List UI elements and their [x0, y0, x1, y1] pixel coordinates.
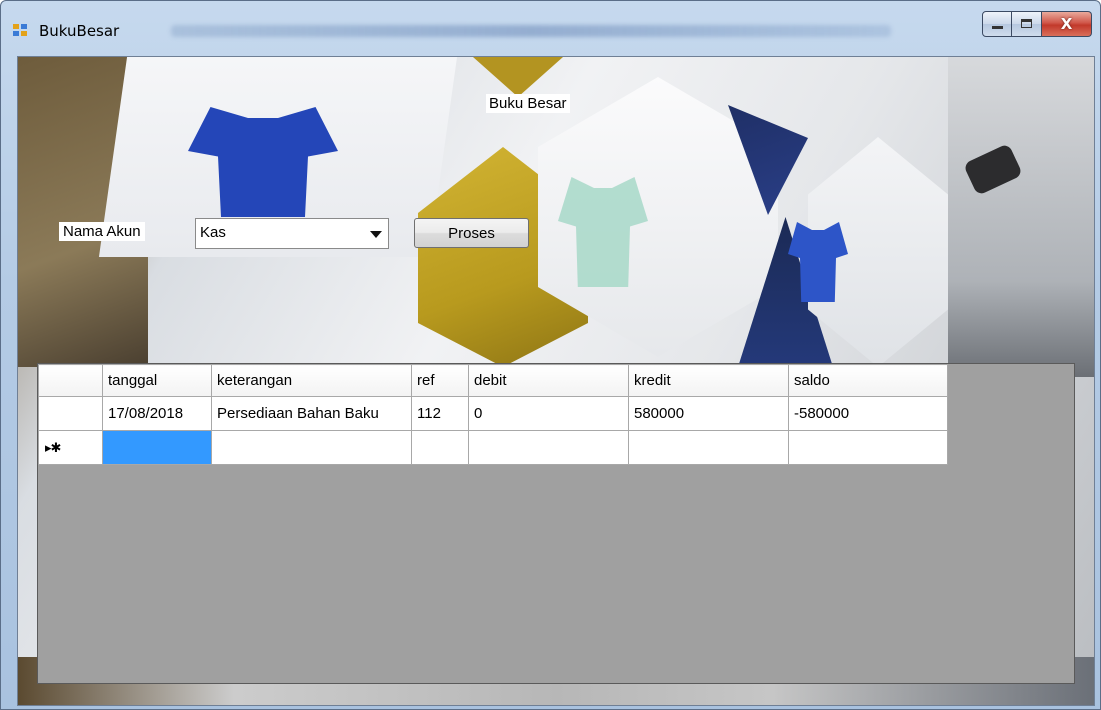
- minimize-button[interactable]: [982, 11, 1012, 37]
- window-title: BukuBesar: [39, 22, 120, 40]
- ledger-table: tanggal keterangan ref debit kredit sald…: [38, 364, 948, 465]
- row-header-cell[interactable]: [38, 396, 103, 431]
- minimize-icon: [992, 26, 1003, 29]
- new-row-cell-debit[interactable]: [468, 430, 629, 465]
- new-row-icon: ▸✱: [45, 440, 61, 455]
- close-button[interactable]: X: [1042, 11, 1092, 37]
- maximize-button[interactable]: [1012, 11, 1042, 37]
- cell-ref[interactable]: 112: [411, 396, 469, 431]
- cell-saldo[interactable]: -580000: [788, 396, 948, 431]
- new-row-cell-ref[interactable]: [411, 430, 469, 465]
- maximize-icon: [1021, 19, 1032, 28]
- chevron-down-icon[interactable]: [370, 231, 382, 238]
- title-bar[interactable]: BukuBesar X: [1, 1, 1100, 45]
- cell-keterangan[interactable]: Persediaan Bahan Baku: [211, 396, 412, 431]
- table-header-row: tanggal keterangan ref debit kredit sald…: [38, 364, 948, 397]
- cell-tanggal[interactable]: 17/08/2018: [102, 396, 212, 431]
- account-combobox[interactable]: Kas: [195, 218, 389, 249]
- app-icon: [13, 24, 29, 38]
- window-controls: X: [982, 11, 1092, 37]
- new-row-cell-kredit[interactable]: [628, 430, 789, 465]
- new-row-cell-tanggal[interactable]: [102, 430, 212, 465]
- background-panel: [948, 57, 1094, 377]
- close-icon: X: [1060, 15, 1073, 33]
- cell-kredit[interactable]: 580000: [628, 396, 789, 431]
- new-row-cell-saldo[interactable]: [788, 430, 948, 465]
- cell-debit[interactable]: 0: [468, 396, 629, 431]
- background-panel: [473, 57, 563, 97]
- form-heading: Buku Besar: [486, 94, 570, 113]
- corner-header-cell[interactable]: [38, 364, 103, 397]
- column-header-keterangan[interactable]: keterangan: [211, 364, 412, 397]
- new-row-cell-keterangan[interactable]: [211, 430, 412, 465]
- column-header-saldo[interactable]: saldo: [788, 364, 948, 397]
- new-row-header-cell[interactable]: ▸✱: [38, 430, 103, 465]
- blurred-title-region: [171, 25, 891, 37]
- ledger-datagrid[interactable]: tanggal keterangan ref debit kredit sald…: [37, 363, 1075, 684]
- column-header-debit[interactable]: debit: [468, 364, 629, 397]
- account-combobox-value: Kas: [200, 224, 226, 241]
- column-header-tanggal[interactable]: tanggal: [102, 364, 212, 397]
- process-button[interactable]: Proses: [414, 218, 529, 248]
- column-header-kredit[interactable]: kredit: [628, 364, 789, 397]
- column-header-ref[interactable]: ref: [411, 364, 469, 397]
- account-label: Nama Akun: [59, 222, 145, 241]
- table-row[interactable]: 17/08/2018 Persediaan Bahan Baku 112 0 5…: [38, 396, 948, 431]
- new-row[interactable]: ▸✱: [38, 430, 948, 465]
